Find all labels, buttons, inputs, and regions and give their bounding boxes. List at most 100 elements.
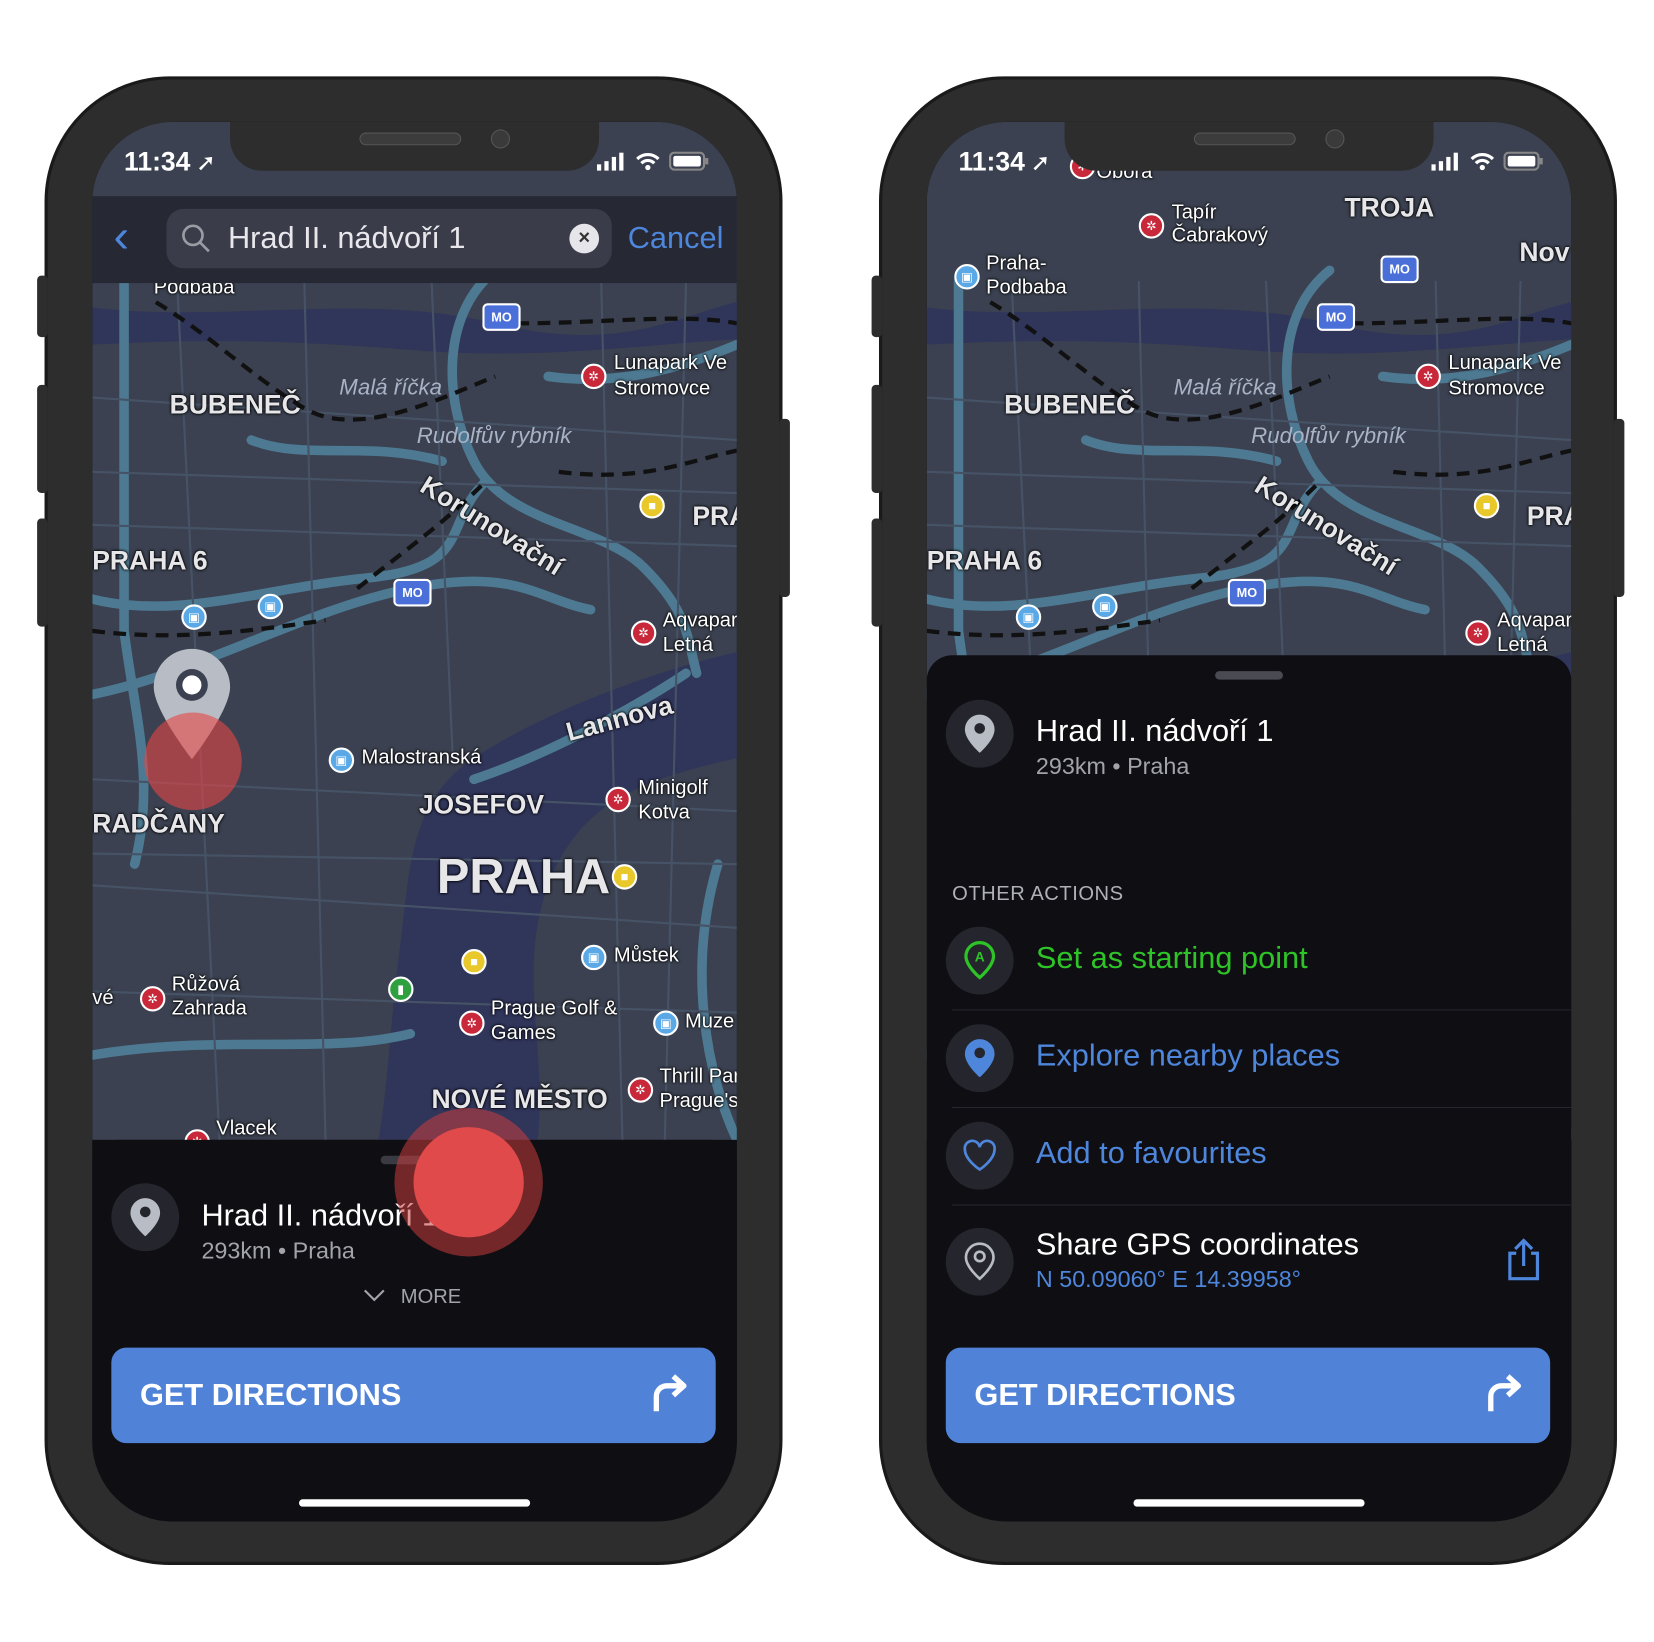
sheet-handle[interactable] xyxy=(1215,671,1283,680)
search-bar: ‹ Hrad II. nádvoří 1 × Cancel xyxy=(92,196,737,284)
attraction-poi-icon[interactable]: ✲ xyxy=(459,1010,485,1036)
map-label: JOSEFOV xyxy=(418,789,545,820)
status-time: 11:34 xyxy=(124,147,191,178)
map-label: PRA xyxy=(692,501,737,532)
signal-icon xyxy=(1431,152,1461,176)
place-city: Praha xyxy=(292,1237,355,1264)
map-label: Kotva xyxy=(638,801,690,824)
heart-icon xyxy=(945,1121,1014,1190)
map-label: PRAHA 6 xyxy=(92,546,208,576)
location-arrow-icon: ➚ xyxy=(196,149,216,177)
map-label: Prague's xyxy=(659,1089,737,1113)
status-time: 11:34 xyxy=(958,147,1025,178)
clear-search-icon[interactable]: × xyxy=(569,223,600,254)
tram-stop-icon[interactable]: ▣ xyxy=(954,264,980,290)
map-label: RADČANY xyxy=(92,809,225,839)
map-label: Lunapark Ve xyxy=(613,352,728,375)
pin-icon xyxy=(945,1024,1014,1093)
explore-nearby-action[interactable]: Explore nearby places xyxy=(945,1009,1571,1107)
map-label: Zahrada xyxy=(171,997,247,1021)
tram-stop-icon[interactable]: ▣ xyxy=(581,944,607,971)
tram-stop-icon[interactable]: ▣ xyxy=(653,1010,679,1036)
phone-left: 11:34 ➚ ‹ Hrad II. nádvoří 1 × Cancel Po… xyxy=(37,76,790,1566)
map-label: Tapír xyxy=(1171,201,1217,224)
share-icon[interactable] xyxy=(1506,1238,1542,1281)
metro-badge[interactable]: MO xyxy=(393,578,432,607)
shopping-poi-icon[interactable]: ■ xyxy=(611,864,638,890)
signal-icon xyxy=(596,152,627,176)
get-directions-button[interactable]: GET DIRECTIONS xyxy=(945,1347,1551,1444)
other-actions-heading: OTHER ACTIONS xyxy=(952,883,1124,906)
map-label: Thrill Par xyxy=(659,1065,737,1088)
metro-badge[interactable]: MO xyxy=(1227,578,1266,607)
charging-poi-icon[interactable]: ▮ xyxy=(388,976,414,1002)
back-button[interactable]: ‹ xyxy=(113,213,129,260)
add-favourites-action[interactable]: Add to favourites xyxy=(945,1107,1571,1205)
metro-badge[interactable]: MO xyxy=(482,303,521,331)
tram-stop-icon[interactable]: ▣ xyxy=(1092,593,1118,620)
share-gps-action[interactable]: Share GPS coordinates N 50.09060° E 14.3… xyxy=(945,1205,1571,1322)
attraction-poi-icon[interactable]: ✲ xyxy=(139,986,166,1012)
map-label: Lunapark Ve xyxy=(1448,352,1562,375)
map-label: PRA xyxy=(1526,501,1572,532)
tram-stop-icon[interactable]: ▣ xyxy=(1015,604,1042,630)
map-label: vé xyxy=(92,987,114,1010)
tram-stop-icon[interactable]: ▣ xyxy=(181,604,207,630)
map-label: Aqvapark xyxy=(1497,609,1571,632)
search-input[interactable]: Hrad II. nádvoří 1 × xyxy=(166,208,612,269)
map-label: BUBENEČ xyxy=(169,390,301,420)
battery-icon xyxy=(1503,151,1544,176)
map-label: TROJA xyxy=(1344,192,1435,223)
more-button[interactable]: MORE xyxy=(363,1286,462,1309)
phone-right: Tapír Čabrakový TROJA Praha- Podbaba Nov Obora… xyxy=(871,76,1625,1566)
shopping-poi-icon[interactable]: ■ xyxy=(1473,493,1500,519)
attraction-poi-icon[interactable]: ✲ xyxy=(1415,363,1441,390)
map-label: Letná xyxy=(662,634,714,657)
touch-indicator xyxy=(144,712,242,811)
metro-badge[interactable]: MO xyxy=(1380,255,1419,284)
attraction-poi-icon[interactable]: ✲ xyxy=(605,786,631,813)
map-label: PRAHA xyxy=(436,848,611,904)
location-icon xyxy=(945,1227,1014,1296)
screen-place-details: Tapír Čabrakový TROJA Praha- Podbaba Nov Obora… xyxy=(926,121,1572,1522)
home-indicator[interactable] xyxy=(1133,1499,1365,1507)
set-starting-point-action[interactable]: A Set as starting point xyxy=(945,912,1571,1010)
map-label: Aqvapark xyxy=(662,609,737,632)
place-subtitle: 293km • Praha xyxy=(1036,753,1189,781)
metro-badge[interactable]: MO xyxy=(1316,303,1356,331)
shopping-poi-icon[interactable]: ■ xyxy=(639,493,665,519)
tram-stop-icon[interactable]: ▣ xyxy=(257,593,284,620)
attraction-poi-icon[interactable]: ✲ xyxy=(1465,620,1491,646)
map-label: Můstek xyxy=(613,944,679,967)
get-directions-button[interactable]: GET DIRECTIONS xyxy=(111,1347,716,1444)
shopping-poi-icon[interactable]: ■ xyxy=(461,948,487,975)
wifi-icon xyxy=(635,152,660,176)
attraction-poi-icon[interactable]: ✲ xyxy=(1138,213,1165,239)
battery-icon xyxy=(669,151,709,176)
attraction-poi-icon[interactable]: ✲ xyxy=(627,1077,654,1103)
map-label: Minigolf xyxy=(638,777,708,800)
tram-stop-icon[interactable]: ▣ xyxy=(328,747,355,773)
place-distance: 293km xyxy=(201,1237,272,1264)
more-label: MORE xyxy=(400,1286,462,1309)
home-indicator[interactable] xyxy=(299,1499,531,1507)
map-label: Čabrakový xyxy=(1171,224,1268,248)
separator: • xyxy=(277,1237,287,1264)
chevron-down-icon xyxy=(363,1289,385,1302)
attraction-poi-icon[interactable]: ✲ xyxy=(630,620,657,646)
attraction-poi-icon[interactable]: ✲ xyxy=(581,363,607,390)
action-label: Add to favourites xyxy=(1035,1136,1267,1171)
map-label: Stromovce xyxy=(613,377,711,400)
get-directions-label: GET DIRECTIONS xyxy=(974,1378,1236,1413)
search-icon xyxy=(182,224,210,253)
map-label: Rudolfův rybník xyxy=(416,424,572,449)
map-label: Muze xyxy=(684,1010,735,1033)
turn-right-icon xyxy=(653,1374,687,1412)
map-label: Prague Golf & xyxy=(490,997,618,1021)
map-label: Malostranská xyxy=(361,746,482,769)
start-point-icon: A xyxy=(945,926,1014,995)
place-icon xyxy=(945,699,1014,768)
place-distance: 293km xyxy=(1035,752,1106,780)
action-label: Explore nearby places xyxy=(1035,1039,1341,1074)
cancel-button[interactable]: Cancel xyxy=(628,222,724,257)
